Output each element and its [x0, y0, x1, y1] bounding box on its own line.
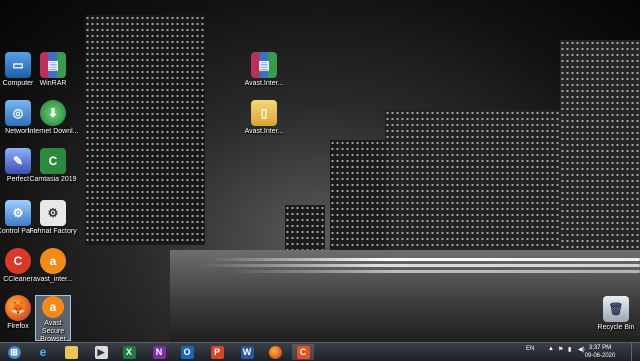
wallpaper-building [385, 110, 575, 250]
wallpaper-building [330, 140, 385, 250]
wallpaper-building [285, 205, 325, 250]
taskbar-ie[interactable]: e [32, 344, 54, 360]
desktop-icon-camtasia[interactable]: C Camtasia 2019 [27, 148, 79, 184]
clock-date: 09-06-2020 [584, 353, 616, 359]
wallpaper-tower [85, 15, 205, 245]
icon-label: Avast Secure Browser [40, 320, 66, 342]
onenote-icon: N [152, 345, 166, 359]
light-trail [210, 258, 640, 261]
taskbar-excel[interactable]: X [118, 344, 140, 360]
desktop-icon-recycle-bin[interactable]: 🗑 Recycle Bin [590, 296, 640, 332]
firefox-icon: 🦊 [5, 295, 31, 321]
taskbar-firefox[interactable] [264, 344, 286, 360]
icon-label: Recycle Bin [597, 324, 635, 331]
wallpaper-building [560, 40, 640, 250]
language-indicator[interactable]: EN [526, 346, 534, 352]
ie-icon: e [39, 345, 47, 359]
format-factory-icon: ⚙ [40, 200, 66, 226]
taskbar: ⊞ e ▶ X N O P W C EN ▲ ⚑ ▮ ◀) 3:37 PM 09… [0, 342, 640, 361]
taskbar-avast-browser[interactable]: C [292, 344, 314, 360]
desktop-icon-format-factory[interactable]: ⚙ Format Factory [27, 200, 79, 236]
firefox-icon [268, 345, 282, 359]
flag-icon[interactable]: ⚑ [558, 346, 563, 353]
avast-icon: a [40, 248, 66, 274]
explorer-icon [64, 345, 78, 359]
network-tray-icon[interactable]: ▮ [568, 346, 571, 353]
desktop-icon-avast-secure-browser[interactable]: a Avast Secure Browser [35, 295, 71, 342]
word-icon: W [240, 345, 254, 359]
icon-label: avast_inter... [33, 276, 73, 283]
clock-time: 3:37 PM [588, 345, 612, 351]
icon-label: Avast.Inter... [244, 80, 284, 87]
icon-label: Internet Downl... [27, 128, 79, 135]
media-icon: ▶ [94, 345, 108, 359]
desktop-icon-avast-inter-archive[interactable]: ▤ Avast.Inter... [238, 52, 290, 88]
light-trail [200, 264, 640, 267]
icon-label: Avast.Inter... [244, 128, 284, 135]
icon-label: WinRAR [39, 80, 67, 87]
desktop-icon-avast-inter-folder[interactable]: ▯ Avast.Inter... [238, 100, 290, 136]
desktop-icon-internet-download[interactable]: ⬇ Internet Downl... [27, 100, 79, 136]
start-button[interactable]: ⊞ [2, 344, 26, 360]
icon-label: Format Factory [29, 228, 77, 235]
icon-label: Camtasia 2019 [29, 176, 77, 183]
winrar-icon: ▤ [40, 52, 66, 78]
desktop-icon-winrar[interactable]: ▤ WinRAR [27, 52, 79, 88]
powerpoint-icon: P [210, 345, 224, 359]
taskbar-word[interactable]: W [236, 344, 258, 360]
desktop: ▭ Computer ◎ Network ✎ Perfect ⚙ Control… [0, 0, 640, 342]
tray-arrow-icon[interactable]: ▲ [548, 346, 554, 352]
internet-download-icon: ⬇ [40, 100, 66, 126]
folder-icon: ▯ [251, 100, 277, 126]
camtasia-icon: C [40, 148, 66, 174]
show-desktop-button[interactable] [631, 343, 640, 361]
avast-browser-icon: C [296, 345, 310, 359]
taskbar-powerpoint[interactable]: P [206, 344, 228, 360]
desktop-icon-avast-installer[interactable]: a avast_inter... [27, 248, 79, 284]
excel-icon: X [122, 345, 136, 359]
light-trail [230, 270, 640, 273]
winrar-archive-icon: ▤ [251, 52, 277, 78]
taskbar-outlook[interactable]: O [176, 344, 198, 360]
avast-browser-icon: a [42, 296, 64, 318]
clock[interactable]: 3:37 PM 09-06-2020 [580, 344, 620, 360]
windows-icon: ⊞ [7, 345, 21, 359]
outlook-icon: O [180, 345, 194, 359]
taskbar-onenote[interactable]: N [148, 344, 170, 360]
taskbar-media-player[interactable]: ▶ [90, 344, 112, 360]
taskbar-explorer[interactable] [60, 344, 82, 360]
recycle-bin-icon: 🗑 [603, 296, 629, 322]
